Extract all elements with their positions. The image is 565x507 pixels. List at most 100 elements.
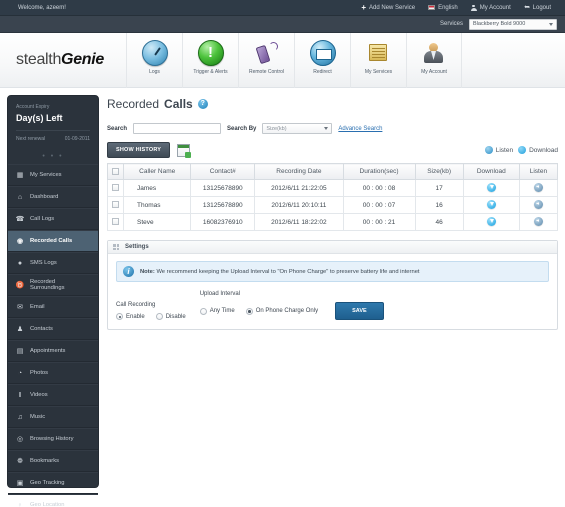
- page-title: Recorded Calls ?: [107, 97, 558, 111]
- column-header-size-kb-[interactable]: Size(kb): [414, 163, 464, 180]
- person-icon: ♟: [16, 326, 24, 333]
- nav-item-redirect[interactable]: Redirect: [294, 33, 350, 88]
- call-recording-group: Call Recording Enable Disable: [116, 302, 186, 320]
- nav-label-my-account: My Account: [421, 69, 447, 75]
- search-input[interactable]: [133, 123, 222, 134]
- language-selector[interactable]: English: [428, 5, 458, 11]
- table-body: James 13125678890 2012/6/11 21:22:05 00 : 0…: [107, 179, 559, 231]
- select-all-checkbox[interactable]: [112, 167, 119, 175]
- logout-link[interactable]: ➦ Logout: [524, 4, 551, 11]
- nav-item-logs[interactable]: Logs: [126, 33, 182, 88]
- film-icon: ‖: [18, 391, 22, 399]
- radio-call-recording-disable[interactable]: Disable: [155, 313, 186, 320]
- sidebar-item-geo-tracking[interactable]: ▣ Geo Tracking: [8, 472, 98, 494]
- app-header: stealthGenie Logs Trigger & Alerts Remot…: [0, 33, 565, 88]
- sidebar-item-dashboard[interactable]: ⌂ Dashboard: [8, 186, 98, 208]
- advance-search-link[interactable]: Advance Search: [338, 126, 382, 132]
- radio-indicator: [245, 307, 253, 315]
- sidebar-item-browsing-history[interactable]: ◎ Browsing History: [8, 428, 98, 450]
- days-left-value: Day(s) Left: [16, 113, 63, 123]
- record-icon: ◉: [16, 238, 24, 245]
- cell-size: 46: [414, 213, 464, 231]
- sidebar-item-email[interactable]: ✉ Email: [8, 296, 98, 318]
- sidebar-item-label: Videos: [30, 392, 48, 398]
- sidebar-item-sms-logs[interactable]: ● SMS Logs: [8, 252, 98, 274]
- legend-download: Download: [518, 146, 558, 154]
- search-by-select[interactable]: Size(kb): [262, 123, 333, 134]
- row-checkbox[interactable]: [112, 201, 119, 209]
- row-select-cell: [107, 179, 124, 197]
- nav-item-trigger-alerts[interactable]: Trigger & Alerts: [182, 33, 238, 88]
- nav-item-my-services[interactable]: My Services: [350, 33, 406, 88]
- brand-logo[interactable]: stealthGenie: [0, 33, 104, 69]
- select-all-header: [107, 163, 124, 180]
- cell-contact: 16082376910: [190, 213, 256, 231]
- call-recording-label: Call Recording: [116, 302, 156, 308]
- row-checkbox[interactable]: [112, 184, 119, 192]
- column-header-caller-name[interactable]: Caller Name: [122, 163, 192, 180]
- sidebar-item-recorded-surroundings[interactable]: ♉ Recorded Surroundings: [8, 274, 98, 296]
- download-icon[interactable]: [486, 199, 496, 209]
- sidebar-item-geo-location[interactable]: ♀ Geo Location: [8, 494, 98, 507]
- sidebar-item-photos[interactable]: ◔ Photos: [8, 362, 98, 384]
- search-row: Search Search By Size(kb) Advance Search: [107, 123, 558, 134]
- listen-icon[interactable]: [533, 199, 543, 209]
- sidebar-item-music[interactable]: ♫ Music: [8, 406, 98, 428]
- main-content: Recorded Calls ? Search Search By Size(k…: [99, 88, 565, 507]
- note-prefix: Note:: [140, 268, 155, 275]
- column-header-recording-date[interactable]: Recording Date: [254, 163, 344, 180]
- help-icon[interactable]: ?: [197, 99, 208, 109]
- sidebar-item-bookmarks[interactable]: ❁ Bookmarks: [8, 450, 98, 472]
- column-header-contact-[interactable]: Contact#: [190, 163, 256, 180]
- column-header-download[interactable]: Download: [462, 163, 520, 180]
- chevron-down-icon: [324, 127, 329, 130]
- show-history-button[interactable]: SHOW HISTORY: [107, 142, 171, 158]
- sidebar-item-label: My Services: [30, 172, 62, 178]
- settings-panel-body: i Note: We recommend keeping the Upload …: [108, 254, 557, 329]
- sidebar-item-recorded-calls[interactable]: ◉ Recorded Calls: [8, 230, 98, 252]
- info-icon: i: [123, 266, 134, 277]
- listen-icon: [484, 146, 493, 154]
- cell-contact: 13125678890: [190, 196, 256, 214]
- sidebar-item-call-logs[interactable]: ☎ Call Logs: [8, 208, 98, 230]
- column-header-duration-sec-[interactable]: Duration(sec): [342, 163, 416, 180]
- pin-icon: ♀: [17, 501, 23, 507]
- sidebar-item-my-services[interactable]: ▦ My Services: [8, 164, 98, 186]
- sidebar-item-label: Geo Location: [30, 502, 65, 507]
- next-renewal-row: Next renewal 01-09-2011: [16, 136, 90, 142]
- settings-note: i Note: We recommend keeping the Upload …: [116, 261, 549, 282]
- add-new-service-link[interactable]: + Add New Service: [361, 2, 415, 12]
- sidebar-item-label: SMS Logs: [30, 260, 57, 266]
- radio-upload-on-charge[interactable]: On Phone Charge Only: [245, 307, 318, 315]
- my-account-link[interactable]: My Account: [470, 4, 511, 11]
- cell-duration: 00 : 00 : 08: [342, 179, 416, 197]
- cell-duration: 00 : 00 : 21: [342, 213, 416, 231]
- settings-options: Call Recording Enable Disable Upload Int…: [116, 291, 549, 320]
- plus-icon: +: [361, 2, 367, 12]
- column-header-listen[interactable]: Listen: [518, 163, 559, 180]
- save-button[interactable]: SAVE: [335, 302, 384, 320]
- sidebar-item-videos[interactable]: ‖ Videos: [8, 384, 98, 406]
- sidebar-item-contacts[interactable]: ♟ Contacts: [8, 318, 98, 340]
- top-utility-bar: Welcome, azeem! + Add New Service Englis…: [0, 0, 565, 16]
- nav-item-remote-control[interactable]: Remote Control: [238, 33, 294, 88]
- nav-item-my-account[interactable]: My Account: [406, 33, 463, 88]
- device-select[interactable]: Blackberry Bold 9000: [469, 18, 557, 30]
- upload-interval-radios: Any Time On Phone Charge Only SAVE: [199, 302, 384, 320]
- sidebar-item-appointments[interactable]: ▤ Appointments: [8, 340, 98, 362]
- row-checkbox[interactable]: [112, 218, 119, 226]
- calendar-icon: ▤: [16, 348, 24, 355]
- download-icon[interactable]: [486, 216, 496, 226]
- excel-export-icon[interactable]: [177, 143, 192, 158]
- my-account-label: My Account: [479, 4, 511, 11]
- download-icon[interactable]: [486, 182, 496, 192]
- listen-icon[interactable]: [533, 216, 543, 226]
- legend-listen-label: Listen: [495, 146, 514, 154]
- listen-icon[interactable]: [533, 182, 543, 192]
- radio-upload-any-time[interactable]: Any Time: [199, 307, 235, 315]
- microphone-icon: ♉: [15, 282, 25, 289]
- map-icon: ▣: [16, 480, 24, 487]
- table-row: Steve 16082376910 2012/6/11 18:22:02 00 : 0…: [107, 213, 559, 231]
- app-page: Welcome, azeem! + Add New Service Englis…: [0, 0, 565, 507]
- radio-call-recording-enable[interactable]: Enable: [116, 313, 145, 320]
